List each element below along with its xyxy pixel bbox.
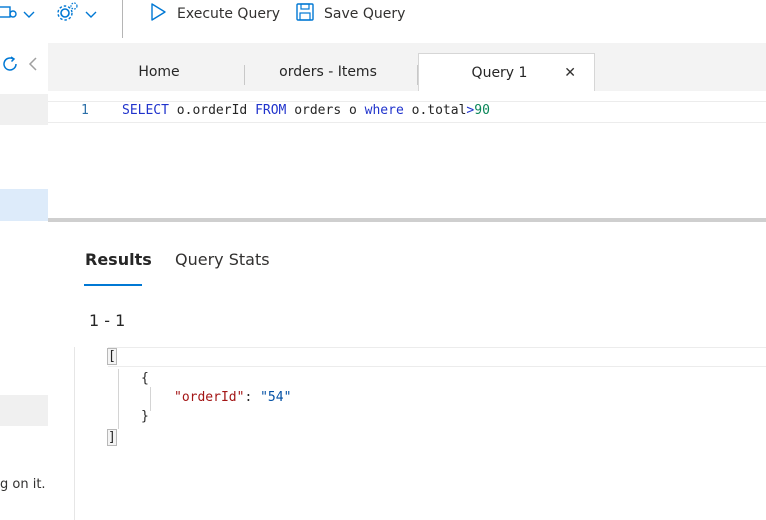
results-range: 1 - 1 <box>89 311 126 330</box>
tab-label: Query 1 <box>471 65 528 81</box>
indent-guide <box>150 387 151 411</box>
json-close-bracket: ] <box>107 429 117 446</box>
sql-keyword: SELECT <box>122 103 169 118</box>
json-open-bracket: [ <box>107 348 117 365</box>
sql-text: orders o <box>286 103 365 118</box>
tree-item[interactable] <box>0 94 48 125</box>
json-colon: : <box>244 390 261 405</box>
close-icon[interactable]: ✕ <box>564 54 576 92</box>
tree-item-selected[interactable] <box>0 189 48 221</box>
chevron-down-icon <box>84 5 98 24</box>
save-icon <box>295 2 315 26</box>
execute-query-label: Execute Query <box>177 6 280 22</box>
chevron-down-icon <box>22 5 36 24</box>
save-query-label: Save Query <box>324 6 406 22</box>
sql-keyword: FROM <box>255 103 287 118</box>
query-text: SELECT o.orderId FROM orders o where o.t… <box>122 103 490 118</box>
collapse-chevron-icon[interactable] <box>27 56 39 76</box>
panel-help-text: g on it. <box>0 477 46 492</box>
json-open-brace: { <box>141 371 149 386</box>
toolbar: Execute Query Save Query <box>0 0 766 44</box>
tab-query-1[interactable]: Query 1 ✕ <box>418 53 595 92</box>
tab-orders-items[interactable]: orders - Items <box>245 53 411 91</box>
play-icon <box>148 2 168 26</box>
results-tab[interactable]: Results <box>85 250 152 269</box>
settings-dropdown[interactable] <box>56 0 98 28</box>
query-editor[interactable]: 1 SELECT o.orderId FROM orders o where o… <box>48 91 766 218</box>
tree-item[interactable] <box>0 395 48 426</box>
tab-label: Home <box>138 64 180 80</box>
tab-label: orders - Items <box>279 64 377 80</box>
line-number: 1 <box>81 103 89 118</box>
toolbar-divider <box>122 0 123 38</box>
settings-gear-icon <box>56 1 80 27</box>
refresh-icon[interactable] <box>2 55 20 77</box>
explorer-panel: g on it. <box>0 43 48 520</box>
execute-query-button[interactable]: Execute Query <box>148 0 280 28</box>
new-container-dropdown[interactable] <box>0 0 36 28</box>
sql-number: 90 <box>474 103 490 118</box>
json-key: "orderId" <box>174 390 245 405</box>
active-tab-indicator <box>84 284 142 286</box>
sql-text: o.total <box>403 103 467 118</box>
json-close-brace: } <box>141 409 149 424</box>
indent-guide <box>118 369 119 429</box>
sql-text: o.orderId <box>168 103 256 118</box>
save-query-button[interactable]: Save Query <box>295 0 405 28</box>
tab-bar: Home orders - Items Query 1 ✕ <box>48 43 766 92</box>
json-results-viewer[interactable]: [ { "orderId": "54" } ] <box>74 347 766 520</box>
json-property: "orderId": "54" <box>174 390 291 405</box>
current-line-highlight <box>108 347 766 367</box>
tab-home[interactable]: Home <box>86 53 232 91</box>
query-stats-tab[interactable]: Query Stats <box>175 250 270 269</box>
json-value: "54" <box>260 390 292 405</box>
sql-keyword: where <box>364 103 404 118</box>
new-container-icon <box>0 2 20 26</box>
